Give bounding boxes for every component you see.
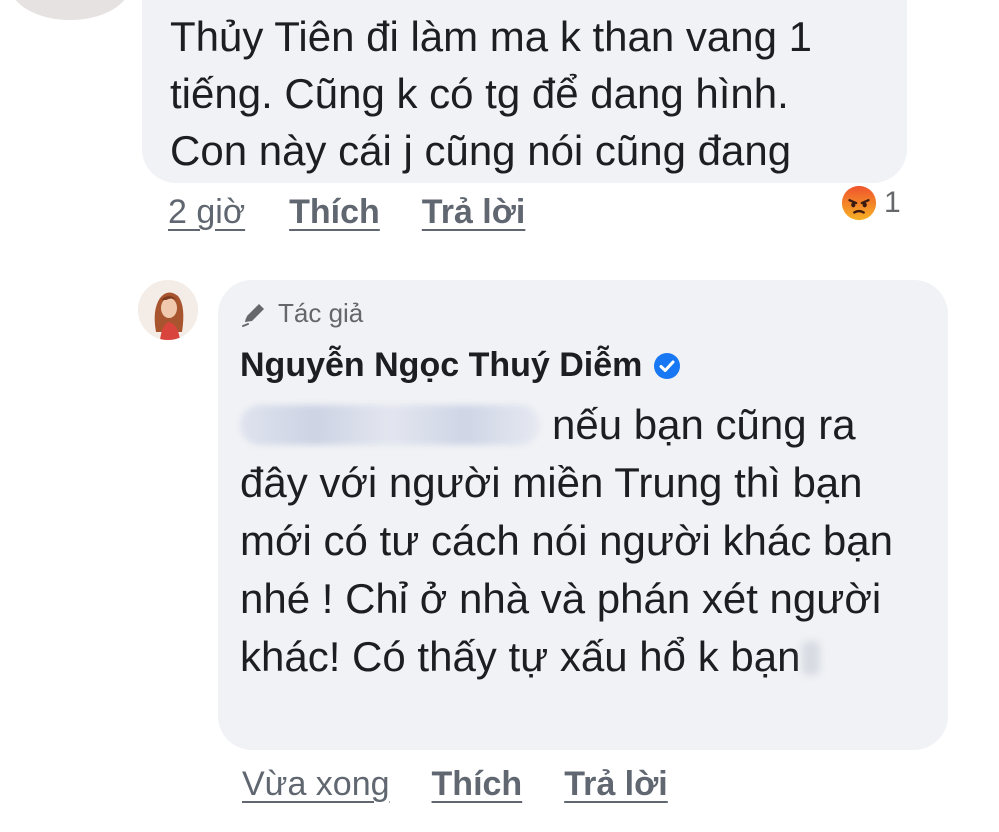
reaction-count: 1 <box>884 186 901 219</box>
reply-bubble: Tác giả Nguyễn Ngọc Thuý Diễm nếu bạn cũ… <box>218 280 948 750</box>
reply-timestamp[interactable]: Vừa xong <box>242 765 390 804</box>
like-button[interactable]: Thích <box>432 765 523 804</box>
comment-actions: 2 giờ Thích Trả lời <box>168 193 525 232</box>
reply-button[interactable]: Trả lời <box>564 765 668 804</box>
blurred-tail <box>802 641 821 675</box>
reply-text: nếu bạn cũng ra đây với người miền Trung… <box>240 396 930 686</box>
reply-text-rest: đây với người miền Trung thì bạn mới có … <box>240 459 893 680</box>
reply-button[interactable]: Trả lời <box>422 193 526 232</box>
verified-badge-icon <box>654 352 681 379</box>
blurred-mention[interactable] <box>240 405 540 445</box>
reply-actions: Vừa xong Thích Trả lời <box>242 765 668 804</box>
author-name[interactable]: Nguyễn Ngọc Thuý Diễm <box>240 346 682 385</box>
reply-text-line1: nếu bạn cũng ra <box>552 401 856 448</box>
comment-thread: Thủy Tiên đi làm ma k than vang 1 tiếng.… <box>0 0 999 832</box>
like-button[interactable]: Thích <box>289 193 380 232</box>
author-badge-label: Tác giả <box>278 298 364 328</box>
comment-timestamp[interactable]: 2 giờ <box>168 193 245 232</box>
comment-text: Thủy Tiên đi làm ma k than vang 1 tiếng.… <box>170 13 812 174</box>
avatar[interactable] <box>10 0 130 20</box>
pencil-icon <box>242 303 264 327</box>
author-badge: Tác giả <box>240 298 363 329</box>
reaction-summary[interactable]: 1 <box>838 183 907 223</box>
comment-bubble: Thủy Tiên đi làm ma k than vang 1 tiếng.… <box>142 0 907 183</box>
angry-reaction-icon <box>841 185 877 221</box>
avatar-image <box>138 280 198 340</box>
author-name-text[interactable]: Nguyễn Ngọc Thuý Diễm <box>240 346 642 385</box>
author-avatar[interactable] <box>138 280 198 340</box>
